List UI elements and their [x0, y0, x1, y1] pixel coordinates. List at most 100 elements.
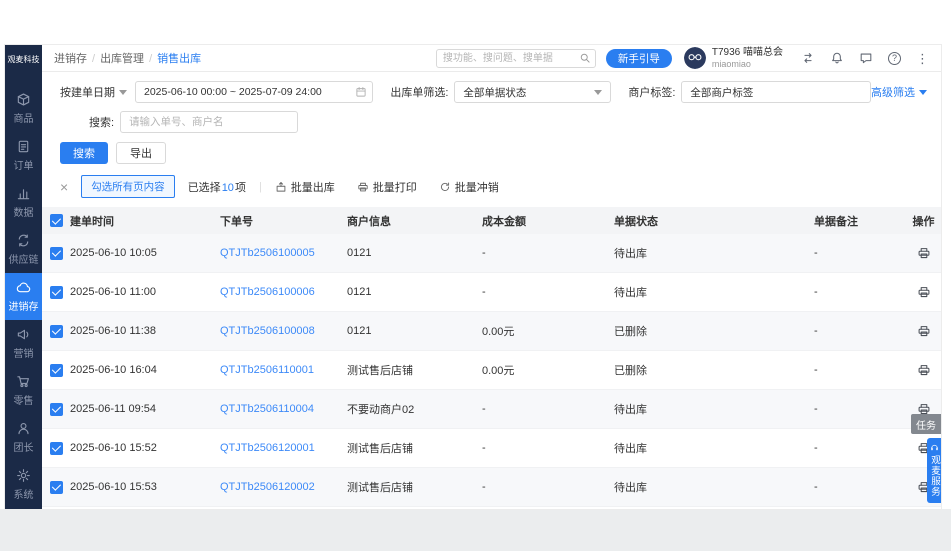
- select-all-checkbox[interactable]: [50, 214, 63, 227]
- row-checkbox-cell: [42, 247, 70, 260]
- newbie-guide-button[interactable]: 新手引导: [606, 49, 672, 68]
- sidebar-item-4[interactable]: 供应链: [5, 226, 42, 273]
- breadcrumb-item[interactable]: 销售出库: [157, 53, 201, 65]
- order-no-link[interactable]: QTJTb2506100006: [220, 286, 347, 298]
- filter-row-2: 搜索:: [60, 111, 927, 133]
- status-cell: 待出库: [614, 440, 814, 456]
- table-row: 2025-06-10 11:00QTJTb25061000060121-待出库-: [42, 273, 941, 312]
- sidebar-item-6[interactable]: 营销: [5, 320, 42, 367]
- user-box[interactable]: T7936 喵喵总会 miaomiao: [684, 47, 783, 70]
- order-no-link[interactable]: QTJTb2506100005: [220, 247, 347, 259]
- goods-icon: [16, 92, 31, 107]
- select-all-pages-button[interactable]: 勾选所有页内容: [81, 175, 175, 198]
- remark-cell: -: [814, 442, 906, 454]
- order-no-link[interactable]: QTJTb2506110004: [220, 403, 347, 415]
- row-checkbox[interactable]: [50, 481, 63, 494]
- sidebar-item-3[interactable]: 数据: [5, 179, 42, 226]
- row-checkbox[interactable]: [50, 247, 63, 260]
- date-type-selector[interactable]: 按建单日期: [60, 84, 127, 100]
- search-button[interactable]: 搜索: [60, 142, 108, 164]
- row-checkbox[interactable]: [50, 286, 63, 299]
- keyword-input[interactable]: [120, 111, 298, 133]
- chevron-down-icon: [919, 90, 927, 95]
- status-cell: 已删除: [614, 323, 814, 339]
- remark-cell: -: [814, 481, 906, 493]
- breadcrumb-item[interactable]: 进销存: [54, 53, 87, 65]
- print-icon[interactable]: [917, 363, 931, 377]
- order-no-link[interactable]: QTJTb2506120002: [220, 481, 347, 493]
- sidebar-item-label: 进销存: [9, 298, 39, 313]
- row-checkbox[interactable]: [50, 442, 63, 455]
- cost-cell: -: [482, 286, 614, 298]
- merchant-tag-input[interactable]: [681, 81, 871, 103]
- print-icon[interactable]: [917, 285, 931, 299]
- switch-icon[interactable]: [801, 51, 815, 65]
- sidebar-item-2[interactable]: 订单: [5, 132, 42, 179]
- create-time-cell: 2025-06-10 15:53: [70, 481, 220, 493]
- filter-row-3: 搜索 导出: [60, 142, 927, 164]
- help-icon[interactable]: ?: [888, 52, 901, 65]
- create-time-cell: 2025-06-11 09:54: [70, 403, 220, 415]
- supply-chain-icon: [16, 233, 31, 248]
- sidebar-item-7[interactable]: 零售: [5, 367, 42, 414]
- close-icon[interactable]: ×: [60, 180, 68, 194]
- print-icon[interactable]: [917, 246, 931, 260]
- export-button[interactable]: 导出: [116, 142, 166, 164]
- global-search: [436, 49, 596, 68]
- advanced-filter-link[interactable]: 高级筛选: [871, 84, 927, 100]
- selected-suffix: 项: [235, 182, 246, 194]
- date-range-box: [127, 81, 373, 103]
- date-range-input[interactable]: [135, 81, 373, 103]
- column-header: 建单时间: [70, 213, 220, 229]
- column-header: 成本金额: [482, 213, 614, 229]
- service-tab[interactable]: 观麦服务: [927, 438, 941, 503]
- headset-icon: [930, 443, 939, 452]
- status-select[interactable]: 全部单据状态: [454, 81, 611, 103]
- print-icon[interactable]: [917, 324, 931, 338]
- sidebar-item-8[interactable]: 团长: [5, 414, 42, 461]
- marketing-icon: [16, 327, 31, 342]
- sidebar-item-9[interactable]: 系统: [5, 461, 42, 508]
- batch-action-label: 批量出库: [291, 179, 335, 195]
- sidebar-item-label: 零售: [14, 392, 34, 407]
- create-time-cell: 2025-06-10 16:04: [70, 364, 220, 376]
- sidebar-item-1[interactable]: 商品: [5, 85, 42, 132]
- breadcrumb-item[interactable]: 出库管理: [100, 53, 144, 65]
- sidebar-item-label: 商品: [14, 110, 34, 125]
- bell-icon[interactable]: [830, 51, 844, 65]
- cost-cell: -: [482, 442, 614, 454]
- topbar-icons: ?⋮: [801, 51, 929, 65]
- cost-cell: 0.00元: [482, 323, 614, 339]
- column-header: 操作: [906, 213, 941, 229]
- order-no-link[interactable]: QTJTb2506100008: [220, 325, 347, 337]
- sidebar: 观麦科技 商品订单数据供应链进销存营销零售团长系统: [5, 45, 42, 509]
- sidebar-item-5[interactable]: 进销存: [5, 273, 42, 320]
- user-avatar[interactable]: [684, 47, 706, 69]
- column-header: 下单号: [220, 213, 347, 229]
- batch-action-批量打印[interactable]: 批量打印: [357, 179, 417, 195]
- table-row: 2025-06-11 09:54QTJTb2506110004不要动商户02-待…: [42, 390, 941, 429]
- global-search-input[interactable]: [436, 49, 596, 68]
- create-time-cell: 2025-06-10 11:00: [70, 286, 220, 298]
- batch-action-批量出库[interactable]: 批量出库: [275, 179, 335, 195]
- screen: 观麦科技 商品订单数据供应链进销存营销零售团长系统 进销存/出库管理/销售出库 …: [0, 0, 951, 551]
- selected-prefix: 已选择: [188, 182, 221, 194]
- calendar-icon[interactable]: [355, 86, 367, 98]
- message-icon[interactable]: [859, 51, 873, 65]
- task-badge[interactable]: 任务: [911, 414, 941, 434]
- row-checkbox[interactable]: [50, 325, 63, 338]
- column-header: 单据备注: [814, 213, 906, 229]
- more-icon[interactable]: ⋮: [916, 52, 929, 65]
- main-area: 进销存/出库管理/销售出库 新手引导 T7936 喵喵总会 miaomiao ?…: [42, 45, 941, 509]
- row-checkbox[interactable]: [50, 364, 63, 377]
- order-no-link[interactable]: QTJTb2506120001: [220, 442, 347, 454]
- order-no-link[interactable]: QTJTb2506110001: [220, 364, 347, 376]
- sidebar-item-label: 供应链: [9, 251, 39, 266]
- outbound-table: 建单时间下单号商户信息成本金额单据状态单据备注操作 2025-06-10 10:…: [42, 207, 941, 509]
- sidebar-menu: 商品订单数据供应链进销存营销零售团长系统: [5, 85, 42, 508]
- row-checkbox[interactable]: [50, 403, 63, 416]
- batch-action-批量冲销[interactable]: 批量冲销: [439, 179, 499, 195]
- filter-row-1: 按建单日期 出库单筛选: 全部单据状态 商户标签:: [60, 81, 927, 103]
- create-time-cell: 2025-06-10 11:38: [70, 325, 220, 337]
- search-icon[interactable]: [579, 52, 591, 64]
